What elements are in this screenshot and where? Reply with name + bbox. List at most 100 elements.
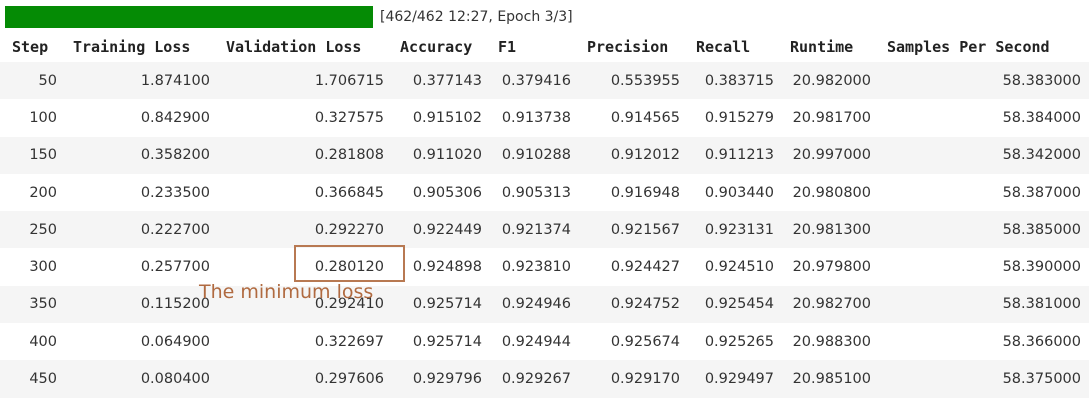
table-cell: 50: [0, 62, 65, 100]
table-cell: 100: [0, 99, 65, 137]
table-header: Step Training Loss Validation Loss Accuracy…: [0, 32, 1089, 62]
table-cell: 0.913738: [490, 99, 579, 137]
table-cell: 0.915102: [392, 99, 490, 137]
table-cell: 0.925714: [392, 323, 490, 361]
table-cell: 0.064900: [65, 323, 218, 361]
table-cell: 450: [0, 360, 65, 398]
table-cell: 0.358200: [65, 136, 218, 174]
table-cell: 0.924946: [490, 285, 579, 324]
table-cell: 0.366845: [218, 173, 392, 212]
table-cell: 0.297606: [218, 360, 392, 398]
table-cell: 58.342000: [879, 136, 1089, 174]
table-cell: 300: [0, 248, 65, 286]
table-cell: 20.981300: [782, 211, 879, 249]
table-cell: 58.385000: [879, 211, 1089, 249]
table-cell: 0.921374: [490, 211, 579, 249]
table-cell: 0.916948: [579, 173, 688, 212]
table-row: 50 1.874100 1.706715 0.377143 0.379416 0.5539…: [0, 62, 1089, 100]
table-cell: 0.910288: [490, 136, 579, 174]
table-cell: 58.381000: [879, 285, 1089, 324]
table-cell: 0.929267: [490, 360, 579, 398]
column-header: Validation Loss: [226, 38, 362, 56]
table-cell: 58.383000: [879, 62, 1089, 100]
table-cell: 0.924427: [579, 248, 688, 286]
table-cell: 20.982000: [782, 62, 879, 100]
table-cell: 0.842900: [65, 99, 218, 137]
column-header: Step: [12, 38, 49, 56]
table-cell: 0.292410: [218, 285, 392, 324]
table-cell: 0.115200: [65, 285, 218, 324]
table-cell: 0.925454: [688, 285, 782, 324]
table-cell: 0.915279: [688, 99, 782, 137]
header-row: Step Training Loss Validation Loss Accuracy…: [0, 32, 1089, 62]
table-cell: 0.911213: [688, 136, 782, 174]
table-cell: 0.921567: [579, 211, 688, 249]
table-cell: 0.929796: [392, 360, 490, 398]
table-cell: 0.924898: [392, 248, 490, 286]
table-cell: 1.874100: [65, 62, 218, 100]
progress-fill: [5, 6, 373, 28]
table-cell: 0.922449: [392, 211, 490, 249]
table-cell: 20.981700: [782, 99, 879, 137]
table-cell: 0.222700: [65, 211, 218, 249]
table-cell: 150: [0, 136, 65, 174]
table-cell: 0.377143: [392, 62, 490, 100]
table-cell: 20.988300: [782, 323, 879, 361]
progress-area: [462/462 12:27, Epoch 3/3]: [5, 6, 573, 28]
table-cell: 1.706715: [218, 62, 392, 100]
column-header: Accuracy: [400, 38, 473, 56]
table-cell: 0.280120: [218, 248, 392, 286]
table-cell: 20.985100: [782, 360, 879, 398]
table-cell: 58.390000: [879, 248, 1089, 286]
table-cell: 0.281808: [218, 136, 392, 174]
table-cell: 0.925714: [392, 285, 490, 324]
table-row: 350 0.115200 0.292410 0.925714 0.924946 0.924…: [0, 285, 1089, 324]
table-cell: 0.924510: [688, 248, 782, 286]
table-cell: 0.257700: [65, 248, 218, 286]
table-cell: 58.375000: [879, 360, 1089, 398]
progress-bar: [5, 6, 373, 28]
table-cell: 0.911020: [392, 136, 490, 174]
table-cell: 20.997000: [782, 136, 879, 174]
table-cell: 400: [0, 323, 65, 361]
table-cell: 58.387000: [879, 173, 1089, 212]
column-header: Recall: [696, 38, 751, 56]
column-header: Samples Per Second: [887, 38, 1050, 56]
table-cell: 0.912012: [579, 136, 688, 174]
column-header: Runtime: [790, 38, 854, 56]
table-cell: 250: [0, 211, 65, 249]
table-cell: 20.979800: [782, 248, 879, 286]
table-row: 400 0.064900 0.322697 0.925714 0.924944 0.925…: [0, 323, 1089, 361]
table-cell: 20.982700: [782, 285, 879, 324]
table-row: 200 0.233500 0.366845 0.905306 0.905313 0.916…: [0, 173, 1089, 212]
table-row: 300 0.257700 0.280120 0.924898 0.923810 0.924…: [0, 248, 1089, 286]
progress-text: [462/462 12:27, Epoch 3/3]: [380, 9, 573, 25]
table-cell: 0.322697: [218, 323, 392, 361]
table-cell: 58.366000: [879, 323, 1089, 361]
table-body: 50 1.874100 1.706715 0.377143 0.379416 0.5539…: [0, 62, 1089, 398]
table-cell: 0.233500: [65, 173, 218, 212]
table-cell: 350: [0, 285, 65, 324]
table-cell: 0.905313: [490, 173, 579, 212]
table-row: 450 0.080400 0.297606 0.929796 0.929267 0.929…: [0, 360, 1089, 398]
table-cell: 0.925265: [688, 323, 782, 361]
table-cell: 58.384000: [879, 99, 1089, 137]
table-cell: 0.923810: [490, 248, 579, 286]
column-header: Training Loss: [73, 38, 191, 56]
table-cell: 0.929497: [688, 360, 782, 398]
metrics-table: Step Training Loss Validation Loss Accuracy…: [0, 32, 1089, 398]
table-cell: 20.980800: [782, 173, 879, 212]
table-cell: 0.924752: [579, 285, 688, 324]
table-cell: 0.929170: [579, 360, 688, 398]
table-cell: 0.903440: [688, 173, 782, 212]
table-cell: 0.914565: [579, 99, 688, 137]
table-cell: 0.292270: [218, 211, 392, 249]
column-header: F1: [498, 38, 517, 56]
table-cell: 200: [0, 173, 65, 212]
table-cell: 0.905306: [392, 173, 490, 212]
table-cell: 0.553955: [579, 62, 688, 100]
table-row: 100 0.842900 0.327575 0.915102 0.913738 0.914…: [0, 99, 1089, 137]
table-row: 250 0.222700 0.292270 0.922449 0.921374 0.921…: [0, 211, 1089, 249]
table-cell: 0.080400: [65, 360, 218, 398]
table-cell: 0.327575: [218, 99, 392, 137]
